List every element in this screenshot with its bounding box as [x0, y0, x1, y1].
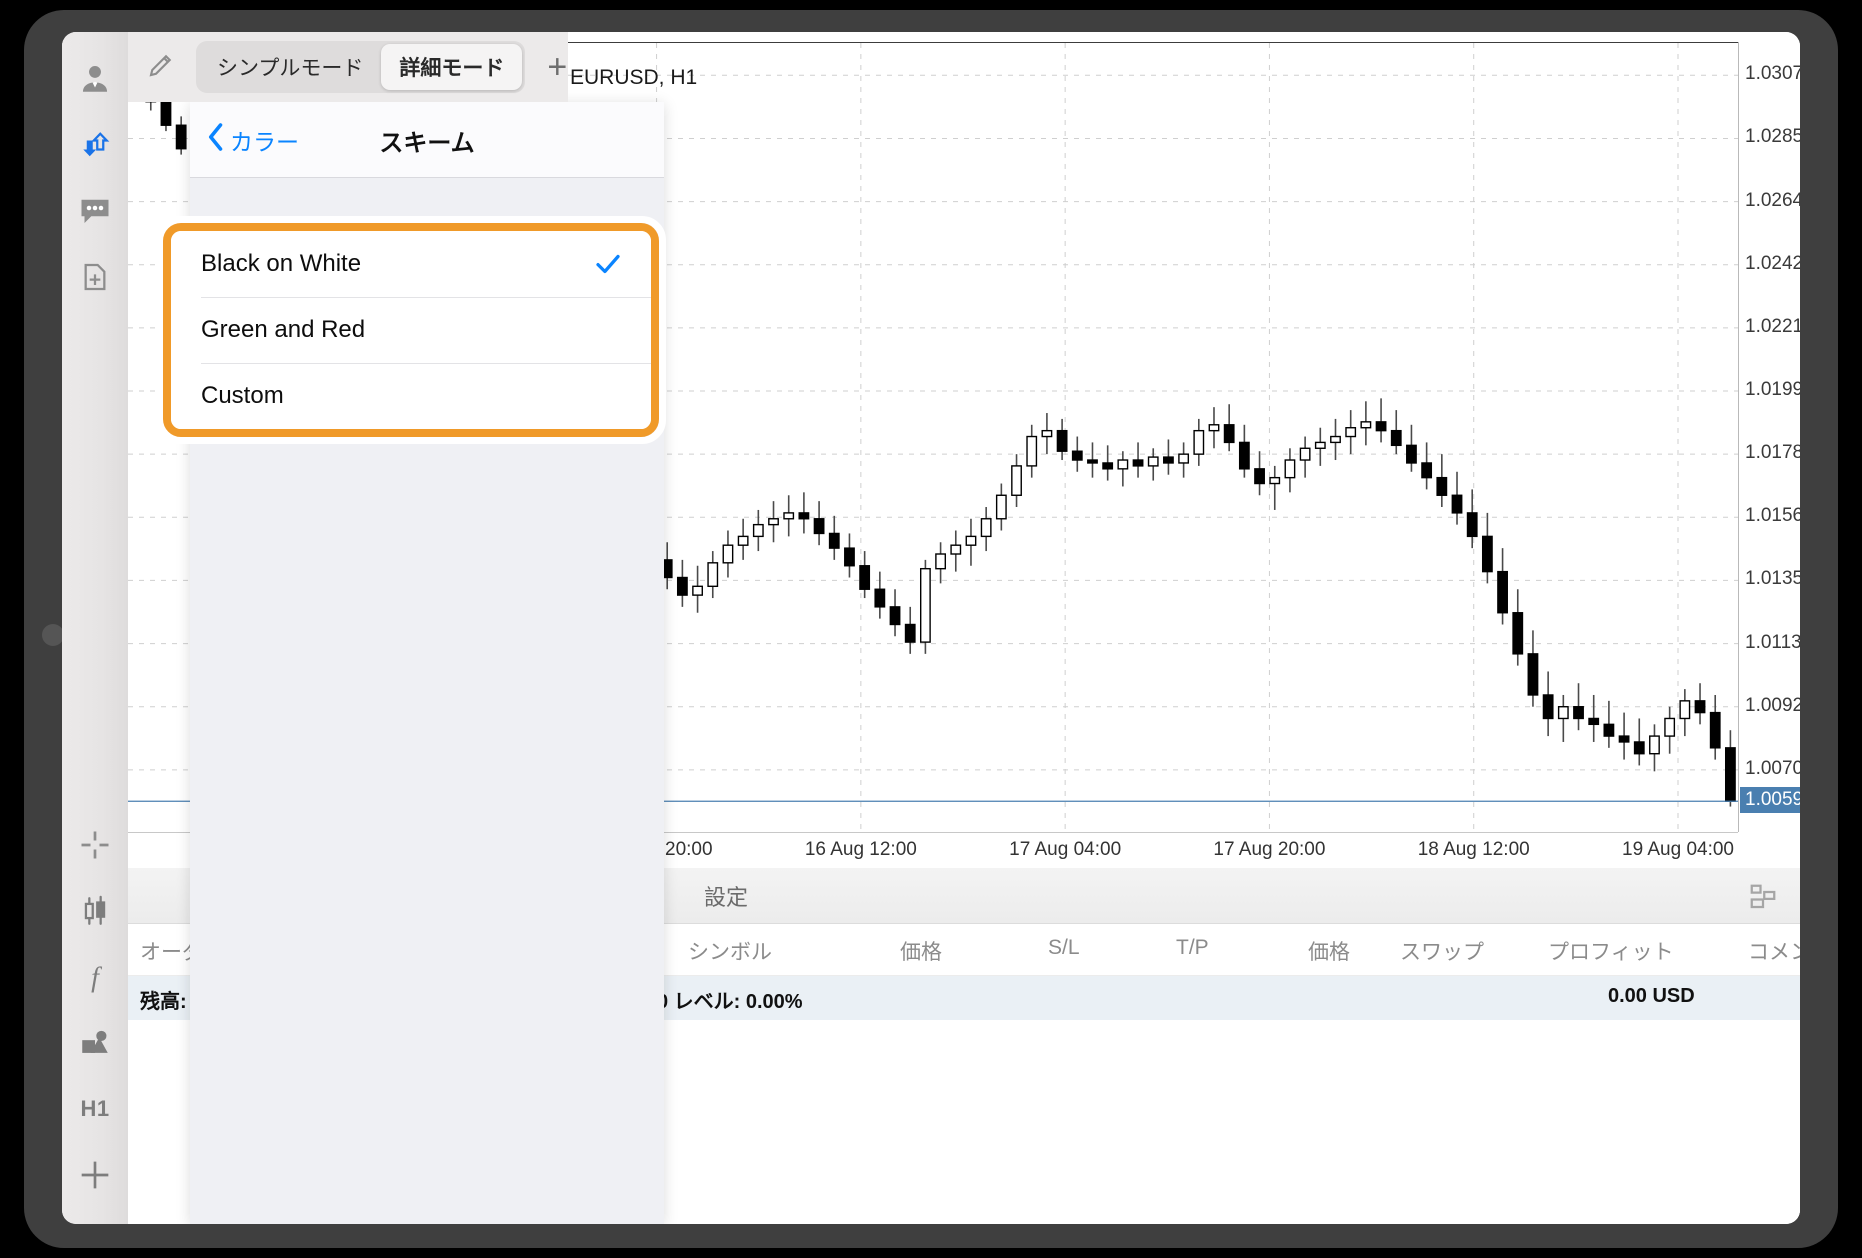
scheme-option-black-on-white[interactable]: Black on White: [171, 231, 651, 297]
chat-icon[interactable]: [62, 178, 128, 244]
price-axis[interactable]: 1.03070 1.02855 1.02640 1.02425 1.02210 1.019…: [1738, 42, 1800, 832]
scheme-settings-panel: カラー スキーム Black on White Green and Red Cu…: [156, 102, 666, 1224]
app-screen: f H1 EURUSD, H1 1.030701.028551.026401.0…: [62, 32, 1800, 1224]
candlestick-icon[interactable]: [62, 878, 128, 944]
current-price-badge: 1.00598: [1740, 787, 1800, 814]
price-axis-tick: 1.01135: [1745, 631, 1800, 653]
timeframe-label: H1: [80, 1096, 110, 1121]
price-axis-tick: 1.01350: [1745, 568, 1800, 590]
table-column-header[interactable]: スワップ: [1400, 936, 1484, 966]
panel-navbar: カラー スキーム: [190, 102, 664, 178]
account-icon[interactable]: [62, 46, 128, 112]
tab-detailed-mode[interactable]: 詳細モード: [381, 44, 523, 90]
price-axis-tick: 1.01565: [1745, 505, 1800, 527]
new-chart-icon[interactable]: [62, 244, 128, 310]
scheme-option-list-highlight: Black on White Green and Red Custom: [156, 216, 666, 444]
scheme-option-custom[interactable]: Custom: [171, 363, 651, 429]
add-icon[interactable]: [62, 1142, 128, 1208]
price-axis-tick: 1.00920: [1745, 694, 1800, 716]
left-toolbar: f H1: [62, 32, 128, 1224]
timeframe-icon[interactable]: H1: [62, 1076, 128, 1142]
time-axis-tick: 19 Aug 04:00: [1622, 839, 1734, 860]
table-column-header[interactable]: 価格: [900, 936, 942, 966]
checkmark-icon: [593, 249, 623, 279]
table-column-header[interactable]: コメント: [1748, 936, 1800, 966]
chart-mode-tabbar: シンプルモード 詳細モード +: [128, 32, 568, 102]
price-axis-tick: 1.02425: [1745, 252, 1800, 274]
back-to-color-button[interactable]: カラー: [206, 122, 299, 157]
chevron-left-icon: [206, 122, 226, 157]
time-axis-tick: 16 Aug 12:00: [804, 839, 917, 860]
scheme-option-green-and-red[interactable]: Green and Red: [171, 297, 651, 363]
scheme-option-label: Custom: [201, 382, 284, 409]
price-axis-tick: 1.02210: [1745, 315, 1800, 337]
time-axis-tick: 18 Aug 12:00: [1417, 839, 1530, 860]
trade-arrows-icon[interactable]: [62, 112, 128, 178]
layout-arrange-icon[interactable]: [1748, 882, 1778, 917]
time-axis-tick: 17 Aug 20:00: [1213, 839, 1326, 860]
chart-symbol-label: EURUSD, H1: [570, 66, 698, 89]
price-axis-tick: 1.01995: [1745, 379, 1800, 400]
price-axis-tick: 1.00705: [1745, 757, 1800, 779]
scheme-option-list: Black on White Green and Red Custom: [163, 223, 659, 437]
add-chart-tab-button[interactable]: +: [547, 50, 567, 84]
pencil-icon[interactable]: [146, 50, 176, 85]
table-column-header[interactable]: プロフィット: [1548, 936, 1674, 966]
scheme-option-label: Green and Red: [201, 316, 366, 343]
price-axis-tick: 1.01780: [1745, 442, 1800, 464]
mode-segmented-control: シンプルモード 詳細モード: [196, 41, 526, 93]
time-axis-tick: 17 Aug 04:00: [1009, 839, 1122, 860]
back-button-label: カラー: [230, 128, 299, 155]
crosshair-icon[interactable]: [62, 812, 128, 878]
tab-settings[interactable]: 設定: [704, 880, 748, 912]
svg-text:f: f: [91, 962, 102, 993]
table-column-header[interactable]: 価格: [1308, 936, 1350, 966]
price-axis-tick: 1.02855: [1745, 126, 1800, 148]
summary-cell: 0.00 USD: [1608, 985, 1695, 1007]
table-column-header[interactable]: S/L: [1048, 936, 1080, 960]
scheme-option-label: Black on White: [201, 250, 362, 277]
objects-icon[interactable]: [62, 1010, 128, 1076]
table-column-header[interactable]: T/P: [1176, 936, 1209, 960]
tab-simple-mode[interactable]: シンプルモード: [199, 44, 381, 90]
indicator-function-icon[interactable]: f: [62, 944, 128, 1010]
price-axis-tick: 1.02640: [1745, 189, 1800, 211]
device-side-button[interactable]: [42, 624, 64, 646]
price-axis-tick: 1.03070: [1745, 63, 1800, 85]
table-column-header[interactable]: シンボル: [688, 936, 772, 966]
